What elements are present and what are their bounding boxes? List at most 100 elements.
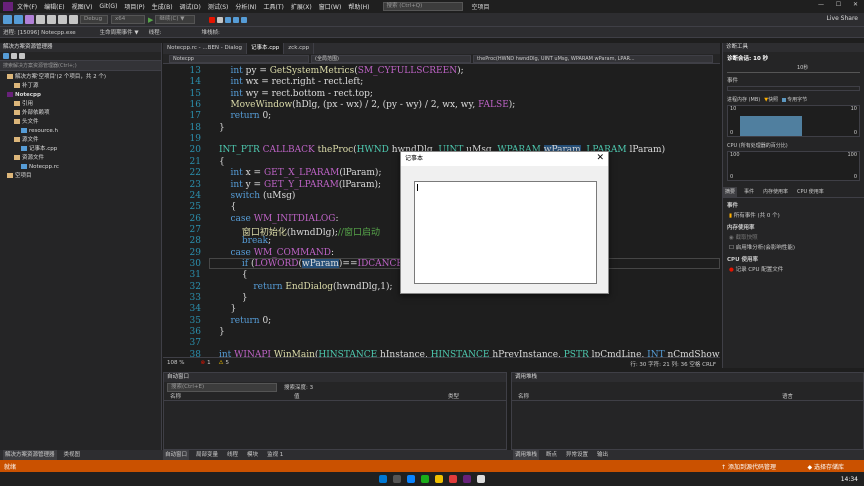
autos-col-type[interactable]: 类型: [448, 392, 459, 400]
error-icon[interactable]: ⊗: [200, 360, 205, 366]
bottom-tab[interactable]: 线程: [225, 450, 240, 460]
autos-col-value[interactable]: 值: [294, 392, 448, 400]
maximize-icon[interactable]: ☐: [836, 1, 841, 8]
stackframe-label[interactable]: 堆栈帧:: [202, 28, 220, 36]
menu-item[interactable]: 生成(B): [152, 2, 173, 11]
menu-item[interactable]: 视图(V): [72, 2, 93, 11]
bottom-tab[interactable]: 输出: [595, 450, 610, 460]
tree-item[interactable]: 补丁源: [0, 82, 161, 91]
config-select[interactable]: Debug: [80, 15, 108, 24]
record-cpu-button[interactable]: ● 记录 CPU 配置文件: [723, 263, 864, 273]
menu-item[interactable]: 分析(N): [235, 2, 256, 11]
save-all-icon[interactable]: [47, 15, 56, 24]
menu-item[interactable]: 扩展(X): [291, 2, 312, 11]
stop-icon[interactable]: [209, 16, 216, 23]
solution-search-input[interactable]: 搜索解决方案资源管理器(Ctrl+;): [0, 61, 161, 71]
step-over-icon[interactable]: [225, 16, 232, 23]
search-input[interactable]: 搜索 (Ctrl+Q): [382, 2, 463, 11]
search-taskbar-icon[interactable]: [393, 475, 401, 483]
heap-profiling-toggle[interactable]: ☐ 启用堆分析(会影响性能): [723, 241, 864, 251]
bottom-tab[interactable]: 自动窗口: [163, 450, 190, 460]
forward-icon[interactable]: [14, 15, 23, 24]
pause-icon[interactable]: [198, 15, 208, 24]
callstack-col-language[interactable]: 语言: [782, 392, 793, 400]
step-out-icon[interactable]: [241, 16, 248, 23]
warning-icon[interactable]: ⚠: [219, 360, 224, 366]
menu-item[interactable]: 项目(P): [124, 2, 144, 11]
tree-item[interactable]: 源文件: [0, 136, 161, 145]
continue-button[interactable]: 继续(C) ▼: [155, 15, 196, 24]
bottom-tab[interactable]: 断点: [544, 450, 559, 460]
scope-dropdown[interactable]: (全局范围): [311, 54, 471, 63]
bottom-tab[interactable]: 调用堆栈: [513, 450, 540, 460]
add-source-control[interactable]: ↑ 添加到源代码管理: [721, 462, 776, 471]
tab-class-view[interactable]: 类视图: [62, 450, 83, 460]
menu-item[interactable]: 窗口(W): [319, 2, 342, 11]
new-file-icon[interactable]: [25, 15, 34, 24]
tree-item[interactable]: Notecpp.rc: [0, 163, 161, 172]
tree-item[interactable]: 解决方案'空项目'(2 个项目，共 2 个): [0, 73, 161, 82]
home-icon[interactable]: [3, 53, 9, 59]
tree-item[interactable]: 头文件: [0, 118, 161, 127]
undo-icon[interactable]: [58, 15, 67, 24]
minimize-icon[interactable]: —: [818, 1, 824, 8]
bottom-tab[interactable]: 局部变量: [194, 450, 220, 460]
save-icon[interactable]: [36, 15, 45, 24]
thread-label[interactable]: 线程:: [149, 28, 162, 36]
tree-item[interactable]: 资源文件: [0, 154, 161, 163]
diag-tab[interactable]: CPU 使用率: [795, 187, 826, 197]
tree-item[interactable]: resource.h: [0, 127, 161, 136]
notepad-dialog[interactable]: 记事本 ✕: [400, 151, 609, 294]
bottom-tab[interactable]: 监视 1: [265, 450, 285, 460]
refresh-icon[interactable]: [19, 53, 25, 59]
take-snapshot-button[interactable]: ◉ 截取快照: [723, 231, 864, 241]
sync-icon[interactable]: [11, 53, 17, 59]
search-depth[interactable]: 搜索深度: 3: [284, 383, 313, 391]
editor-tab[interactable]: Notecpp.rc - ...BEN - Dialog: [163, 43, 248, 54]
tree-item[interactable]: Notecpp: [0, 91, 161, 100]
live-share-button[interactable]: Live Share: [827, 15, 858, 22]
editor-tab[interactable]: 记事本.cpp: [247, 43, 285, 54]
step-into-icon[interactable]: [233, 16, 240, 23]
restart-icon[interactable]: [217, 16, 224, 23]
close-icon[interactable]: ✕: [853, 1, 858, 8]
browser-icon[interactable]: [407, 475, 415, 483]
callstack-col-name[interactable]: 名称: [512, 392, 782, 400]
dialog-text-area[interactable]: [414, 181, 597, 284]
app-icon[interactable]: [449, 475, 457, 483]
menu-item[interactable]: 调试(D): [180, 2, 201, 11]
start-icon[interactable]: [379, 475, 387, 483]
diag-tab[interactable]: 事件: [742, 187, 756, 197]
visual-studio-icon[interactable]: [463, 475, 471, 483]
autos-col-name[interactable]: 名称: [164, 392, 294, 400]
zoom-level[interactable]: 108 %: [167, 360, 184, 366]
redo-icon[interactable]: [69, 15, 78, 24]
tree-item[interactable]: 外部依赖项: [0, 109, 161, 118]
back-icon[interactable]: [3, 15, 12, 24]
project-dropdown[interactable]: Notecpp: [169, 54, 309, 63]
member-dropdown[interactable]: theProc(HWND hwndDlg, UINT uMsg, WPARAM …: [473, 54, 713, 63]
tree-item[interactable]: 引用: [0, 100, 161, 109]
lifecycle-events[interactable]: 生命周期事件 ▼: [100, 28, 139, 36]
bottom-tab[interactable]: 异常设置: [564, 450, 590, 460]
diag-tab[interactable]: 摘要: [723, 187, 738, 197]
folder-icon[interactable]: [435, 475, 443, 483]
dialog-close-button[interactable]: ✕: [596, 153, 604, 163]
tree-item[interactable]: 空项目: [0, 172, 161, 181]
autos-search-input[interactable]: 搜索(Ctrl+E): [167, 382, 277, 392]
select-repo[interactable]: ◆ 选择存储库: [807, 462, 844, 471]
menu-item[interactable]: Git(G): [99, 3, 117, 10]
diag-tab[interactable]: 内存使用率: [761, 187, 790, 197]
menu-item[interactable]: 编辑(E): [44, 2, 64, 11]
continue-icon[interactable]: ▶: [148, 16, 153, 24]
tree-item[interactable]: 记事本.cpp: [0, 145, 161, 154]
platform-select[interactable]: x64: [111, 15, 145, 24]
editor-tab[interactable]: zck.cpp: [284, 43, 315, 54]
process-label[interactable]: 进程: [15096] Notecpp.exe: [3, 28, 76, 36]
tab-solution-explorer[interactable]: 解决方案资源管理器: [3, 450, 57, 460]
menu-item[interactable]: 帮助(H): [348, 2, 369, 11]
menu-item[interactable]: 文件(F): [17, 2, 37, 11]
diag-timeline[interactable]: 10秒: [727, 64, 860, 73]
menu-item[interactable]: 测试(S): [208, 2, 229, 11]
wechat-icon[interactable]: [421, 475, 429, 483]
